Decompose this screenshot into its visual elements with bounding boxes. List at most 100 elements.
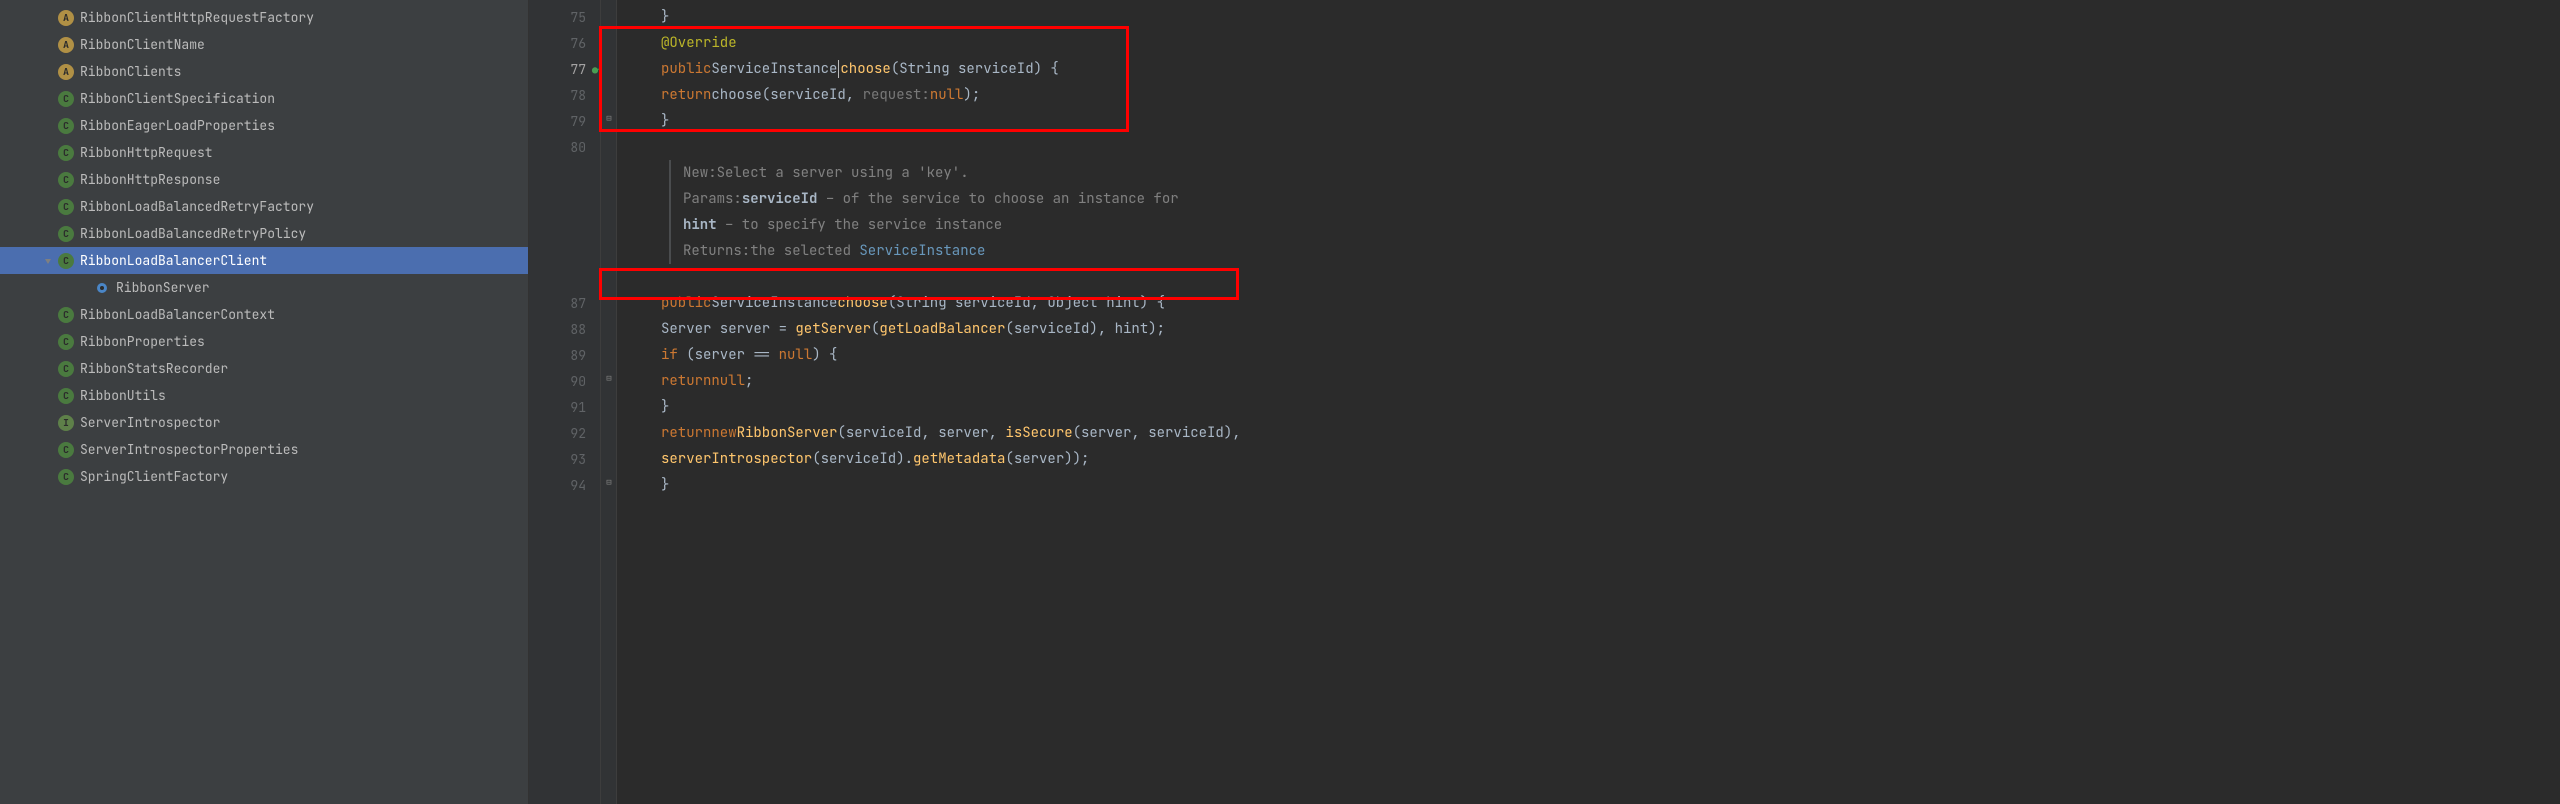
tree-label: RibbonLoadBalancerClient bbox=[80, 252, 267, 269]
tree-arrow-icon[interactable] bbox=[40, 37, 56, 53]
tree-label: RibbonProperties bbox=[80, 333, 205, 350]
doc-line: Returns: the selected ServiceInstance bbox=[683, 238, 2560, 264]
tree-arrow-icon[interactable] bbox=[40, 253, 56, 269]
gutter-line[interactable] bbox=[529, 160, 600, 186]
gutter-line[interactable]: 88 bbox=[529, 316, 600, 342]
tree-item-ribboneagerloadproperties[interactable]: C RibbonEagerLoadProperties bbox=[0, 112, 528, 139]
gutter-line[interactable] bbox=[529, 238, 600, 264]
tree-item-ribbonserver[interactable]: RibbonServer bbox=[0, 274, 528, 301]
code-area[interactable]: } @Override public ServiceInstance choos… bbox=[617, 0, 2560, 804]
code-editor[interactable]: 757677●↑787980 8788899091929394 ⊟ ⊟ ⊟ } @… bbox=[529, 0, 2560, 804]
tree-item-ribbonproperties[interactable]: C RibbonProperties bbox=[0, 328, 528, 355]
class-icon: C bbox=[58, 469, 74, 485]
tree-label: RibbonLoadBalancerContext bbox=[80, 306, 275, 323]
tree-label: ServerIntrospectorProperties bbox=[80, 441, 298, 458]
tree-item-ribbonloadbalancedretrypolicy[interactable]: C RibbonLoadBalancedRetryPolicy bbox=[0, 220, 528, 247]
tree-arrow-icon[interactable] bbox=[40, 64, 56, 80]
gutter-line[interactable]: 87 bbox=[529, 290, 600, 316]
line-gutter: 757677●↑787980 8788899091929394 bbox=[529, 0, 601, 804]
gutter-line[interactable]: 90 bbox=[529, 368, 600, 394]
tree-item-ribbonclientspecification[interactable]: C RibbonClientSpecification bbox=[0, 85, 528, 112]
tree-label: RibbonHttpResponse bbox=[80, 171, 220, 188]
tree-item-ribbonloadbalancedretryfactory[interactable]: C RibbonLoadBalancedRetryFactory bbox=[0, 193, 528, 220]
tree-arrow-icon[interactable] bbox=[40, 199, 56, 215]
class-icon: C bbox=[58, 307, 74, 323]
code-line: return null; bbox=[661, 368, 2560, 394]
code-line: public ServiceInstance choose(String ser… bbox=[661, 290, 2560, 316]
class-icon: A bbox=[58, 10, 74, 26]
fold-bar: ⊟ ⊟ ⊟ bbox=[601, 0, 617, 804]
gutter-line[interactable]: 76 bbox=[529, 30, 600, 56]
gutter-line[interactable]: 91 bbox=[529, 394, 600, 420]
class-icon: C bbox=[58, 118, 74, 134]
tree-arrow-icon[interactable] bbox=[40, 145, 56, 161]
doc-line: Params: serviceId – of the service to ch… bbox=[683, 186, 2560, 212]
tree-item-ribbonutils[interactable]: CRibbonUtils bbox=[0, 382, 528, 409]
gutter-line[interactable]: 89 bbox=[529, 342, 600, 368]
tree-arrow-icon[interactable] bbox=[40, 334, 56, 350]
code-line: } bbox=[661, 472, 2560, 498]
tree-label: RibbonClientSpecification bbox=[80, 90, 275, 107]
doc-line: hint – to specify the service instance bbox=[683, 212, 2560, 238]
text-caret bbox=[838, 60, 839, 78]
gutter-line[interactable] bbox=[529, 264, 600, 290]
tree-item-serverintrospectorproperties[interactable]: C ServerIntrospectorProperties bbox=[0, 436, 528, 463]
gutter-line[interactable] bbox=[529, 186, 600, 212]
tree-label: RibbonLoadBalancedRetryPolicy bbox=[80, 225, 306, 242]
gutter-line[interactable]: 75 bbox=[529, 4, 600, 30]
code-line bbox=[661, 134, 2560, 160]
tree-item-serverintrospector[interactable]: IServerIntrospector bbox=[0, 409, 528, 436]
tree-item-ribbonloadbalancercontext[interactable]: C RibbonLoadBalancerContext bbox=[0, 301, 528, 328]
tree-item-ribbonclientname[interactable]: ARibbonClientName bbox=[0, 31, 528, 58]
gutter-line[interactable] bbox=[529, 212, 600, 238]
tree-label: RibbonEagerLoadProperties bbox=[80, 117, 275, 134]
tree-item-ribbonstatsrecorder[interactable]: CRibbonStatsRecorder bbox=[0, 355, 528, 382]
tree-arrow-icon[interactable] bbox=[40, 307, 56, 323]
tree-arrow-icon[interactable] bbox=[40, 118, 56, 134]
tree-arrow-icon[interactable] bbox=[76, 280, 92, 296]
gutter-line[interactable]: 94 bbox=[529, 472, 600, 498]
gutter-line[interactable]: 80 bbox=[529, 134, 600, 160]
tree-arrow-icon[interactable] bbox=[40, 91, 56, 107]
class-icon: C bbox=[58, 442, 74, 458]
gutter-line[interactable]: 93 bbox=[529, 446, 600, 472]
class-icon: C bbox=[58, 91, 74, 107]
code-line bbox=[661, 264, 2560, 290]
class-icon: C bbox=[58, 226, 74, 242]
class-icon: C bbox=[58, 253, 74, 269]
class-icon: C bbox=[58, 199, 74, 215]
fold-icon[interactable]: ⊟ bbox=[603, 112, 615, 124]
tree-item-springclientfactory[interactable]: C SpringClientFactory bbox=[0, 463, 528, 490]
tree-arrow-icon[interactable] bbox=[40, 226, 56, 242]
tree-arrow-icon[interactable] bbox=[40, 469, 56, 485]
tree-arrow-icon[interactable] bbox=[40, 10, 56, 26]
tree-arrow-icon[interactable] bbox=[40, 361, 56, 377]
project-tree[interactable]: ARibbonClientHttpRequestFactoryARibbonCl… bbox=[0, 0, 529, 804]
tree-item-ribbonhttprequest[interactable]: CRibbonHttpRequest bbox=[0, 139, 528, 166]
gutter-line[interactable]: 92 bbox=[529, 420, 600, 446]
fold-icon[interactable]: ⊟ bbox=[603, 476, 615, 488]
code-line: return new RibbonServer(serviceId, serve… bbox=[661, 420, 2560, 446]
tree-item-ribbonhttpresponse[interactable]: CRibbonHttpResponse bbox=[0, 166, 528, 193]
tree-arrow-icon[interactable] bbox=[40, 172, 56, 188]
tree-arrow-icon[interactable] bbox=[40, 388, 56, 404]
code-line: } bbox=[661, 108, 2560, 134]
tree-label: RibbonHttpRequest bbox=[80, 144, 213, 161]
code-line: return choose(serviceId, request: null); bbox=[661, 82, 2560, 108]
server-icon bbox=[94, 280, 110, 296]
code-line: @Override bbox=[661, 30, 2560, 56]
tree-label: RibbonLoadBalancedRetryFactory bbox=[80, 198, 314, 215]
tree-arrow-icon[interactable] bbox=[40, 442, 56, 458]
gutter-line[interactable]: 78 bbox=[529, 82, 600, 108]
tree-item-ribbonclients[interactable]: ARibbonClients bbox=[0, 58, 528, 85]
tree-arrow-icon[interactable] bbox=[40, 415, 56, 431]
tree-item-ribbonloadbalancerclient[interactable]: C RibbonLoadBalancerClient bbox=[0, 247, 528, 274]
class-icon: C bbox=[58, 388, 74, 404]
class-icon: C bbox=[58, 334, 74, 350]
fold-icon[interactable]: ⊟ bbox=[603, 372, 615, 384]
tree-label: SpringClientFactory bbox=[80, 468, 228, 485]
gutter-line[interactable]: 77●↑ bbox=[529, 56, 600, 82]
tree-item-ribbonclienthttprequestfactory[interactable]: ARibbonClientHttpRequestFactory bbox=[0, 4, 528, 31]
tree-label: RibbonStatsRecorder bbox=[80, 360, 228, 377]
gutter-line[interactable]: 79 bbox=[529, 108, 600, 134]
